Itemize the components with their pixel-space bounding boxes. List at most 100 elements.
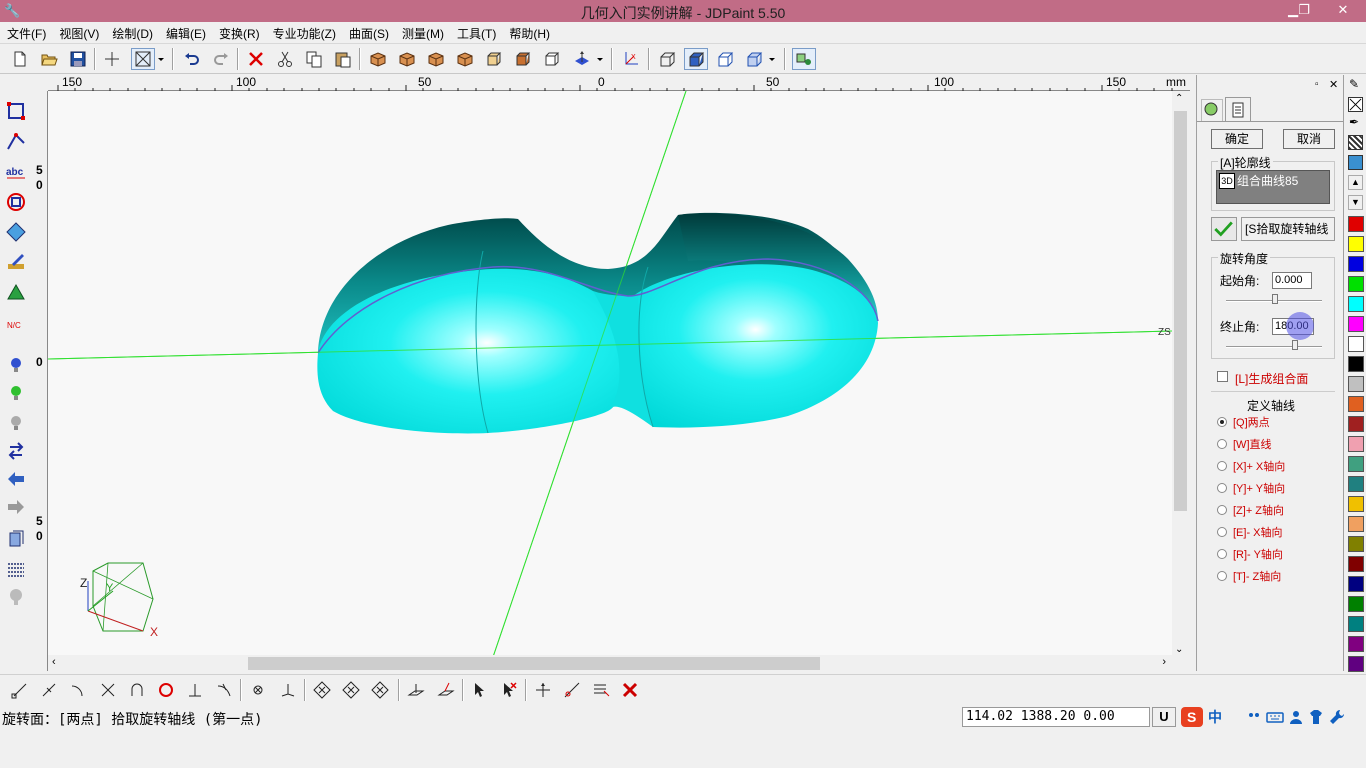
line-tool-icon[interactable] (3, 129, 29, 153)
snap-diamond2-icon[interactable] (339, 679, 363, 701)
axis-option-minus-z[interactable]: [T]- Z轴向 (1217, 569, 1281, 585)
pen-icon[interactable]: ✎ (1349, 77, 1359, 91)
color-swatch[interactable] (1348, 596, 1364, 612)
scroll-left-icon[interactable]: ‹ (52, 656, 56, 668)
snap-grid-icon[interactable] (246, 679, 270, 701)
menu-tools[interactable]: 工具(T) (450, 22, 502, 43)
menu-file[interactable]: 文件(F) (0, 22, 52, 43)
menu-measure[interactable]: 测量(M) (395, 22, 450, 43)
pick-axis-field[interactable]: [S拾取旋转轴线 (1241, 217, 1335, 241)
snap-nearest-icon[interactable] (212, 679, 236, 701)
color-swatch[interactable] (1348, 456, 1364, 472)
profile-item[interactable]: 组合曲线85 (1237, 172, 1298, 189)
axes-view-icon[interactable] (570, 48, 594, 70)
snap-diamond-icon[interactable] (310, 679, 334, 701)
palette-down-icon[interactable]: ▼ (1348, 195, 1363, 210)
shape-tool-icon[interactable] (3, 220, 29, 244)
scroll-right-icon[interactable]: › (1162, 656, 1166, 668)
profile-list[interactable]: 3D 组合曲线85 (1216, 170, 1330, 204)
view-iso-icon[interactable] (366, 48, 390, 70)
color-swatch[interactable] (1348, 496, 1364, 512)
color-swatch[interactable] (1348, 556, 1364, 572)
layers-icon[interactable] (3, 527, 29, 551)
chevron-down-icon[interactable] (766, 48, 778, 70)
select-rect-icon[interactable] (3, 99, 29, 123)
swap-icon[interactable] (3, 439, 29, 463)
text-tool-icon[interactable]: abc (3, 161, 29, 185)
moon-icon[interactable] (1226, 708, 1242, 726)
color-swatch[interactable] (1348, 576, 1364, 592)
menu-transform[interactable]: 变换(R) (212, 22, 266, 43)
tab-tree[interactable] (1201, 99, 1223, 121)
delete-icon[interactable] (244, 48, 268, 70)
select-pointer-icon[interactable] (468, 679, 492, 701)
color-swatch[interactable] (1348, 516, 1364, 532)
menu-draw[interactable]: 绘制(D) (105, 22, 159, 43)
layer-tool-icon[interactable] (792, 48, 816, 70)
eyedropper-icon[interactable]: ✒ (1349, 115, 1359, 129)
punctuation-icon[interactable] (1246, 708, 1262, 726)
view-side-icon[interactable] (453, 48, 477, 70)
scroll-thumb[interactable] (248, 657, 820, 670)
view-box2-icon[interactable] (511, 48, 535, 70)
pattern-icon[interactable] (1348, 135, 1363, 150)
tab-properties[interactable] (1225, 97, 1251, 121)
color-swatch[interactable] (1348, 256, 1364, 272)
scroll-thumb[interactable] (1174, 111, 1187, 511)
view-front-icon[interactable] (395, 48, 419, 70)
nc-tool-icon[interactable]: N/C (3, 311, 29, 335)
select-box-icon[interactable] (131, 48, 155, 70)
unit-mode-toggle[interactable]: U (1152, 707, 1176, 727)
color-swatch[interactable] (1348, 316, 1364, 332)
color-swatch[interactable] (1348, 396, 1364, 412)
cancel-button[interactable]: 取消 (1283, 129, 1335, 149)
menu-view[interactable]: 视图(V) (52, 22, 105, 43)
color-swatch[interactable] (1348, 276, 1364, 292)
viewport-canvas[interactable]: ZS Z X Y (48, 91, 1172, 657)
color-swatch[interactable] (1348, 216, 1364, 232)
color-swatch[interactable] (1348, 416, 1364, 432)
panel-close-icon[interactable]: ✕ (1329, 78, 1338, 91)
plane-z-icon[interactable] (434, 679, 458, 701)
grid-select-icon[interactable] (589, 679, 613, 701)
xyz-axes-icon[interactable]: X (619, 48, 643, 70)
restore-button[interactable]: ❐ (1290, 0, 1318, 22)
hatch-icon[interactable] (3, 557, 29, 581)
wrench-icon[interactable] (1328, 708, 1344, 726)
polygon-tool-icon[interactable] (3, 190, 29, 214)
surface-tool-icon[interactable] (3, 281, 29, 305)
chevron-down-icon[interactable] (594, 48, 606, 70)
cancel-red-icon[interactable] (618, 679, 642, 701)
generate-combined-checkbox[interactable] (1217, 371, 1228, 382)
scroll-up-icon[interactable]: ⌃ (1175, 93, 1183, 104)
snap-midpoint-icon[interactable] (37, 679, 61, 701)
color-swatch[interactable] (1348, 336, 1364, 352)
snap-arc-icon[interactable] (66, 679, 90, 701)
snap-endpoint-icon[interactable] (8, 679, 32, 701)
view-box-icon[interactable] (482, 48, 506, 70)
bulb-green-icon[interactable] (3, 381, 29, 405)
arrow-left-icon[interactable] (3, 467, 29, 491)
snap-tangent-icon[interactable] (125, 679, 149, 701)
generate-combined-label[interactable]: [L]生成组合面 (1235, 370, 1308, 387)
scroll-down-icon[interactable]: ⌄ (1175, 644, 1183, 655)
copy-icon[interactable] (302, 48, 326, 70)
axis-option-plus-y[interactable]: [Y]+ Y轴向 (1217, 481, 1285, 497)
redo-icon[interactable] (209, 48, 233, 70)
hidden-line-icon[interactable] (713, 48, 737, 70)
axis-option-plus-z[interactable]: [Z]+ Z轴向 (1217, 503, 1284, 519)
horizontal-scrollbar[interactable]: ‹ › (48, 655, 1172, 672)
color-swatch[interactable] (1348, 296, 1364, 312)
pick-confirm-button[interactable] (1211, 217, 1237, 241)
axis-option-two-points[interactable]: [Q]两点 (1217, 415, 1270, 431)
view-top-icon[interactable] (424, 48, 448, 70)
view-box3-icon[interactable] (540, 48, 564, 70)
user-icon[interactable] (1288, 708, 1304, 726)
color-swatch[interactable] (1348, 356, 1364, 372)
edit-tool-icon[interactable] (3, 250, 29, 274)
render-icon[interactable] (742, 48, 766, 70)
menu-pro[interactable]: 专业功能(Z) (266, 22, 342, 43)
sogou-icon[interactable]: S (1180, 706, 1204, 728)
snap-ortho-icon[interactable] (276, 679, 300, 701)
crosshair-icon[interactable] (100, 48, 124, 70)
